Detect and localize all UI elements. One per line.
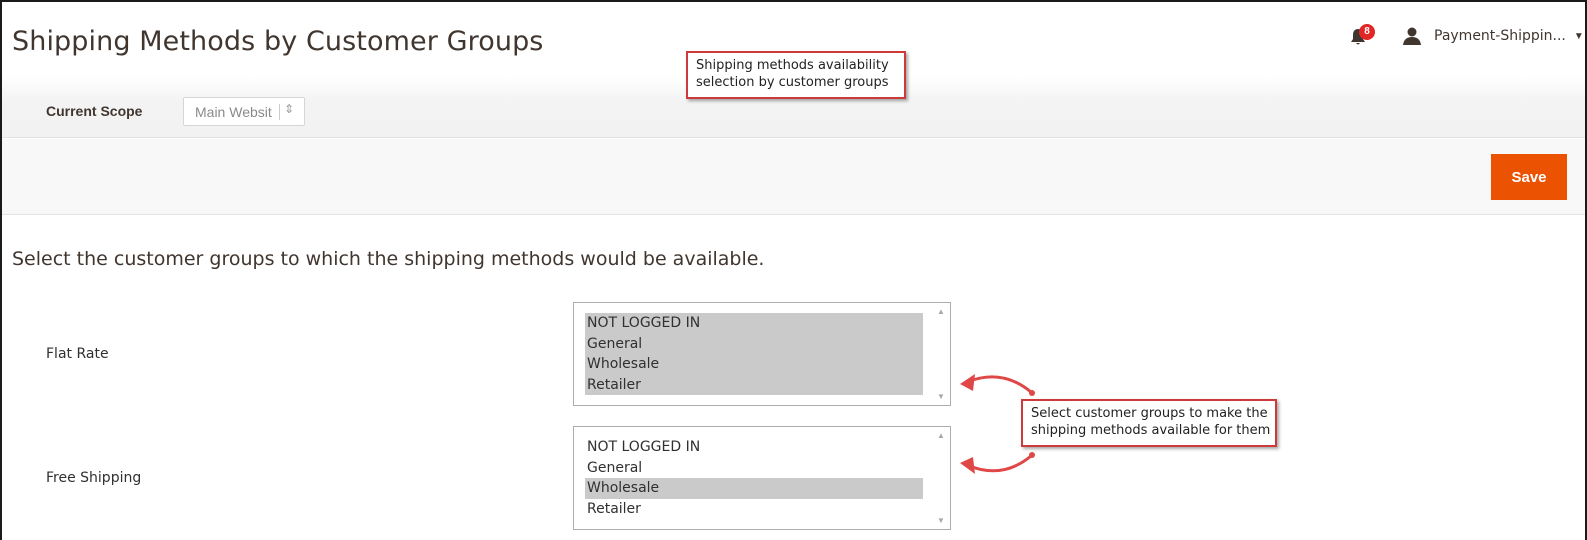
callout-line: selection by customer groups [696, 75, 889, 90]
option-not-logged-in[interactable]: NOT LOGGED IN [585, 437, 923, 458]
intro-text: Select the customer groups to which the … [12, 248, 765, 270]
option-list: NOT LOGGED IN General Wholesale Retailer [585, 313, 923, 395]
option-retailer[interactable]: Retailer [585, 499, 923, 520]
page-actions-bar [2, 139, 1585, 215]
option-general[interactable]: General [585, 333, 923, 354]
notification-count-badge: 8 [1359, 24, 1375, 40]
flat-rate-customer-groups-select[interactable]: NOT LOGGED IN General Wholesale Retailer… [573, 302, 951, 406]
up-down-arrows-icon: ⇕ [284, 102, 295, 116]
option-wholesale[interactable]: Wholesale [585, 478, 923, 499]
free-shipping-customer-groups-select[interactable]: NOT LOGGED IN General Wholesale Retailer… [573, 426, 951, 530]
free-shipping-label: Free Shipping [46, 470, 142, 486]
callout-line: Select customer groups to make the [1031, 406, 1268, 421]
option-not-logged-in[interactable]: NOT LOGGED IN [585, 313, 923, 334]
save-button[interactable]: Save [1491, 154, 1567, 200]
scrollbar[interactable]: ▲ ▼ [933, 428, 949, 528]
scroll-up-icon[interactable]: ▲ [937, 431, 945, 440]
user-name: Payment-Shippin... [1434, 28, 1566, 44]
user-icon [1403, 27, 1421, 45]
scroll-down-icon[interactable]: ▼ [937, 516, 945, 525]
user-menu[interactable]: Payment-Shippin... ▼ [1402, 26, 1584, 46]
curved-arrow-icon [960, 374, 1035, 396]
option-general[interactable]: General [585, 458, 923, 479]
option-list: NOT LOGGED IN General Wholesale Retailer [585, 437, 923, 519]
option-retailer[interactable]: Retailer [585, 374, 923, 395]
notifications-button[interactable]: 8 [1348, 24, 1375, 48]
scope-switcher[interactable]: Main Websit ⇕ [183, 97, 305, 126]
annotation-callout-groups: Select customer groups to make the shipp… [1021, 399, 1277, 447]
scrollbar[interactable]: ▲ ▼ [933, 304, 949, 404]
option-wholesale[interactable]: Wholesale [585, 354, 923, 375]
page-frame: Shipping Methods by Customer Groups 8 Pa… [0, 0, 1587, 540]
annotation-callout-title: Shipping methods availability selection … [686, 51, 906, 99]
flat-rate-label: Flat Rate [46, 346, 109, 362]
scroll-down-icon[interactable]: ▼ [937, 392, 945, 401]
scope-label: Current Scope [46, 103, 143, 119]
select-divider [279, 104, 280, 120]
callout-line: shipping methods available for them [1031, 423, 1271, 438]
chevron-down-icon: ▼ [1573, 30, 1584, 42]
scope-selected-value: Main Websit [195, 104, 272, 120]
scroll-up-icon[interactable]: ▲ [937, 307, 945, 316]
curved-arrow-icon [960, 452, 1035, 474]
page-title: Shipping Methods by Customer Groups [12, 26, 544, 57]
callout-line: Shipping methods availability [696, 58, 889, 73]
admin-actions: 8 Payment-Shippin... ▼ [1348, 24, 1584, 48]
